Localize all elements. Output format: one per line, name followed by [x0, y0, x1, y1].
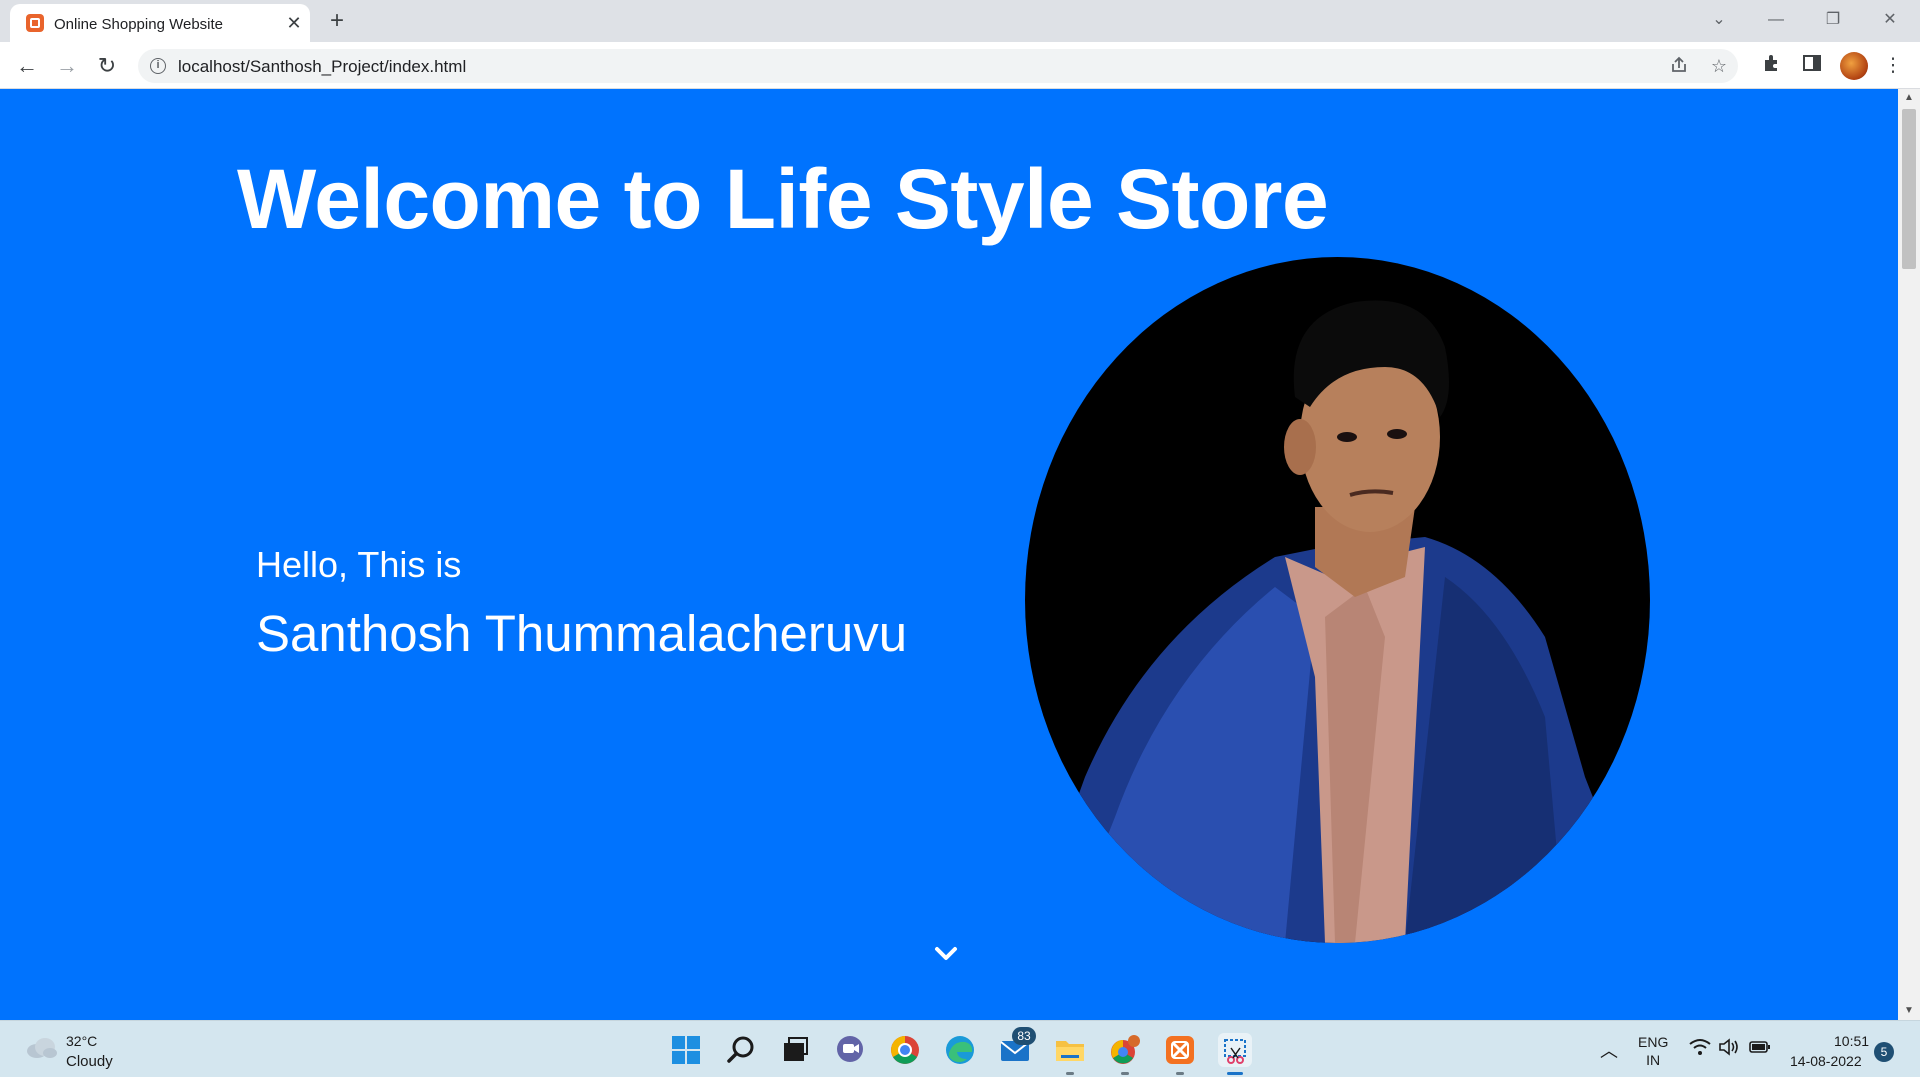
clock-date[interactable]: 14-08-2022 [1790, 1053, 1862, 1069]
new-tab-button[interactable]: + [323, 7, 351, 35]
active-indicator [1227, 1072, 1243, 1075]
scroll-up-arrow[interactable]: ▲ [1898, 89, 1920, 107]
show-hidden-icons-chevron-icon[interactable]: ︿ [1600, 1037, 1618, 1063]
side-panel-icon[interactable] [1799, 53, 1825, 79]
xampp-icon[interactable] [1163, 1033, 1197, 1067]
browser-toolbar: ← → ↻ i localhost/Santhosh_Project/index… [0, 42, 1920, 89]
address-bar[interactable]: i localhost/Santhosh_Project/index.html … [138, 49, 1738, 83]
running-indicator [1121, 1072, 1129, 1075]
wifi-icon[interactable] [1689, 1038, 1711, 1061]
tab-search-icon[interactable]: ⌄ [1696, 5, 1742, 35]
chrome-profile-icon[interactable] [1108, 1033, 1142, 1067]
task-view-icon[interactable] [778, 1033, 812, 1067]
chrome-icon[interactable] [888, 1033, 922, 1067]
close-window-button[interactable]: ✕ [1867, 5, 1913, 35]
share-icon[interactable] [1668, 55, 1690, 77]
region-code: IN [1646, 1052, 1661, 1068]
weather-description[interactable]: Cloudy [66, 1053, 113, 1070]
extensions-icon[interactable] [1759, 53, 1785, 79]
cloud-icon[interactable] [24, 1035, 58, 1061]
scroll-thumb[interactable] [1902, 109, 1916, 269]
search-icon[interactable] [724, 1033, 758, 1067]
running-indicator [1066, 1072, 1074, 1075]
tab-title: Online Shopping Website [54, 16, 223, 33]
scroll-down-arrow[interactable]: ▼ [1898, 1002, 1920, 1020]
reload-button[interactable]: ↻ [91, 50, 123, 82]
chevron-down-icon[interactable] [931, 939, 961, 969]
page-title: Welcome to Life Style Store [237, 152, 1329, 246]
xampp-favicon-icon [26, 14, 44, 32]
url-text[interactable]: localhost/Santhosh_Project/index.html [178, 57, 466, 77]
volume-icon[interactable] [1718, 1038, 1740, 1061]
hero-section: Welcome to Life Style Store Hello, This … [0, 89, 1898, 1020]
star-icon[interactable]: ☆ [1708, 55, 1730, 77]
vertical-scrollbar[interactable]: ▲ ▼ [1898, 89, 1920, 1020]
language-code: ENG [1638, 1034, 1669, 1050]
notification-badge[interactable]: 5 [1874, 1042, 1894, 1062]
snipping-tool-icon[interactable] [1218, 1033, 1252, 1067]
owner-name: Santhosh Thummalacheruvu [256, 605, 908, 662]
battery-icon[interactable] [1749, 1038, 1771, 1061]
profile-avatar[interactable] [1840, 52, 1868, 80]
browser-tab[interactable]: Online Shopping Website ✕ [10, 4, 310, 42]
clock-time[interactable]: 10:51 [1834, 1033, 1869, 1049]
running-indicator [1176, 1072, 1184, 1075]
info-icon[interactable]: i [150, 58, 166, 74]
tab-close-icon[interactable]: ✕ [282, 11, 306, 35]
browser-tab-bar: Online Shopping Website ✕ + ⌄ — ❐ ✕ [0, 0, 1920, 42]
restore-button[interactable]: ❐ [1810, 5, 1856, 35]
chat-icon[interactable] [833, 1033, 867, 1067]
menu-icon[interactable]: ⋮ [1880, 53, 1906, 79]
file-explorer-icon[interactable] [1053, 1033, 1087, 1067]
weather-temperature[interactable]: 32°C [66, 1033, 97, 1049]
greeting-text: Hello, This is [256, 544, 462, 585]
back-button[interactable]: ← [11, 50, 43, 82]
edge-icon[interactable] [943, 1033, 977, 1067]
forward-button[interactable]: → [51, 50, 83, 82]
start-icon[interactable] [669, 1033, 703, 1067]
mail-count-badge: 83 [1012, 1027, 1036, 1045]
taskbar: 32°C Cloudy 83 ︿ ENG IN 10:51 14-08-2022… [0, 1020, 1920, 1077]
minimize-button[interactable]: — [1753, 5, 1799, 35]
language-indicator[interactable]: ENG IN [1638, 1033, 1668, 1069]
profile-photo [1025, 257, 1650, 943]
